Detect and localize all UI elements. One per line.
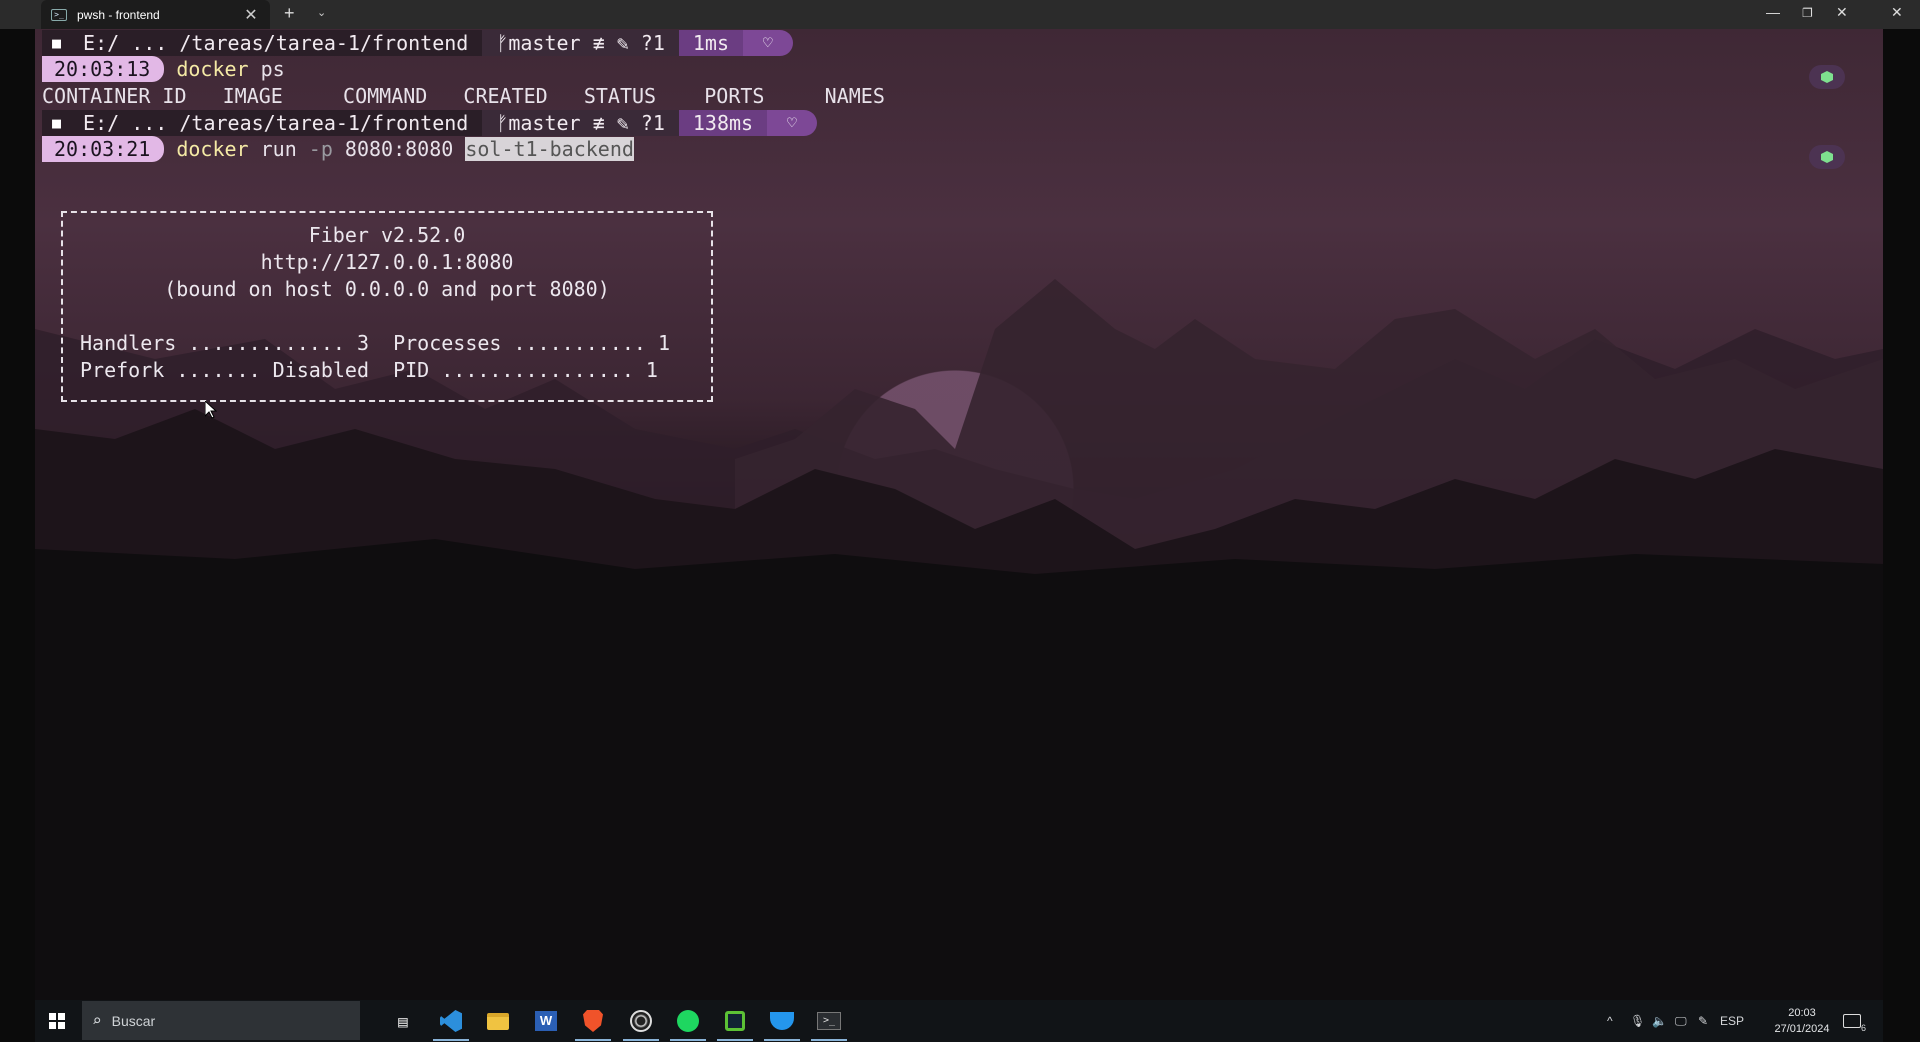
task-view-icon: ▤ (398, 1011, 408, 1031)
language-indicator[interactable]: ESP (1720, 1000, 1744, 1042)
prompt-git-status: ᚠmaster ≢ ✎ ?1 (482, 110, 679, 136)
taskbar-clock[interactable]: 20:03 27/01/2024 (1767, 1005, 1837, 1037)
command-name: docker (176, 57, 249, 81)
vscode-taskbar-button[interactable] (429, 1000, 473, 1042)
spotify-taskbar-button[interactable] (666, 1000, 710, 1042)
taskbar: ⌕ Buscar ▤ W >_ ^ 🎙 🔈 🖵 ✎ ESP 20:03 27/0… (35, 1000, 1883, 1042)
prompt-line-1: ■ E:/ ... /tareas/tarea-1/frontend ᚠmast… (42, 30, 793, 56)
tab-pwsh-frontend[interactable]: >_ pwsh - frontend ✕ (41, 0, 270, 29)
selected-image-name[interactable]: sol-t1-backend (465, 137, 634, 161)
prompt-path: E:/ ... /tareas/tarea-1/frontend (73, 30, 483, 56)
fiber-handlers: Handlers ............. 3 Processes .....… (80, 331, 671, 355)
tab-title: pwsh - frontend (77, 7, 160, 22)
fiber-banner: Fiber v2.52.0 http://127.0.0.1:8080 (bou… (61, 211, 713, 402)
prompt-git-status: ᚠmaster ≢ ✎ ?1 (482, 30, 679, 56)
command-args: run (248, 137, 309, 161)
folder-icon (487, 1012, 509, 1030)
terminal-taskbar-button[interactable]: >_ (807, 1000, 851, 1042)
taskbar-date: 27/01/2024 (1774, 1023, 1830, 1035)
command-args: ps (248, 57, 285, 81)
show-hidden-icons-button[interactable]: ^ (1607, 1000, 1613, 1042)
prompt-duration: 138ms (678, 110, 768, 136)
prompt-clock: 20:03:13 (42, 56, 165, 82)
docker-ps-header: CONTAINER ID IMAGE COMMAND CREATED STATU… (42, 84, 885, 108)
taskbar-search-input[interactable]: ⌕ Buscar (82, 1001, 360, 1040)
status-hex-icon (1809, 65, 1845, 89)
word-taskbar-button[interactable]: W (524, 1000, 568, 1042)
left-border (0, 29, 35, 1042)
command-line-2: 20:03:21 docker run -p 8080:8080 sol-t1-… (42, 136, 634, 162)
notification-count: 6 (1860, 1023, 1866, 1033)
network-icon[interactable]: 🖵 (1675, 1000, 1687, 1042)
windows-icon: ■ (42, 30, 74, 56)
status-hex-icon (1809, 145, 1845, 169)
chrome-icon (630, 1010, 652, 1032)
prompt-line-2: ■ E:/ ... /tareas/tarea-1/frontend ᚠmast… (42, 110, 817, 136)
start-button[interactable] (35, 1000, 79, 1042)
windows-logo-icon (49, 1013, 65, 1029)
minimize-button[interactable]: — (1766, 4, 1780, 20)
prompt-clock: 20:03:21 (42, 136, 165, 162)
outer-close-icon[interactable]: ✕ (1891, 4, 1903, 21)
fiber-version: Fiber v2.52.0 (308, 223, 466, 247)
command-name: docker (176, 137, 249, 161)
chevron-up-icon: ^ (1607, 1014, 1613, 1028)
search-icon: ⌕ (92, 1011, 102, 1030)
terminal-pane[interactable]: ■ E:/ ... /tareas/tarea-1/frontend ᚠmast… (35, 29, 1883, 1000)
right-border (1883, 29, 1920, 1042)
brave-icon (583, 1010, 603, 1032)
prompt-duration: 1ms (678, 30, 744, 56)
powershell-icon: >_ (51, 8, 67, 21)
notification-icon: 6 (1843, 1014, 1866, 1033)
task-view-button[interactable]: ▤ (381, 1000, 425, 1042)
docker-taskbar-button[interactable] (760, 1000, 804, 1042)
tab-dropdown-icon[interactable]: ⌄ (317, 6, 326, 19)
title-bar: >_ pwsh - frontend ✕ + ⌄ — ❐ ✕ ✕ (0, 0, 1920, 29)
volume-icon[interactable]: 🔈 (1652, 1000, 1667, 1042)
heart-icon: ♡ (767, 110, 817, 136)
search-placeholder: Buscar (111, 1012, 156, 1029)
terminal-icon: >_ (817, 1012, 841, 1030)
chrome-taskbar-button[interactable] (619, 1000, 663, 1042)
restore-button[interactable]: ❐ (1802, 6, 1813, 20)
vscode-icon (440, 1010, 462, 1032)
pen-icon[interactable]: ✎ (1698, 1000, 1708, 1042)
wallpaper-mountains (35, 279, 1883, 1000)
word-icon: W (535, 1011, 557, 1031)
docker-icon (770, 1012, 794, 1030)
heart-icon: ♡ (743, 30, 793, 56)
prompt-path: E:/ ... /tareas/tarea-1/frontend (73, 110, 483, 136)
file-explorer-taskbar-button[interactable] (476, 1000, 520, 1042)
fiber-prefork: Prefork ....... Disabled PID ...........… (80, 358, 658, 382)
windows-icon: ■ (42, 110, 74, 136)
camtasia-icon (725, 1011, 745, 1031)
command-flag: -p (308, 137, 333, 161)
close-window-button[interactable]: ✕ (1836, 4, 1848, 21)
fiber-url: http://127.0.0.1:8080 (260, 250, 514, 274)
spotify-icon (677, 1010, 699, 1032)
mouse-cursor-icon (205, 401, 217, 419)
fiber-bound: (bound on host 0.0.0.0 and port 8080) (164, 277, 610, 301)
command-line-1: 20:03:13 docker ps (42, 56, 285, 82)
brave-taskbar-button[interactable] (571, 1000, 615, 1042)
new-tab-button[interactable]: + (284, 3, 295, 24)
command-args-port: 8080:8080 (332, 137, 466, 161)
microphone-icon[interactable]: 🎙 (1630, 1000, 1645, 1042)
tab-close-icon[interactable]: ✕ (240, 5, 262, 25)
taskbar-time: 20:03 (1788, 1007, 1816, 1019)
notifications-button[interactable]: 6 (1843, 1000, 1866, 1042)
camtasia-taskbar-button[interactable] (713, 1000, 757, 1042)
